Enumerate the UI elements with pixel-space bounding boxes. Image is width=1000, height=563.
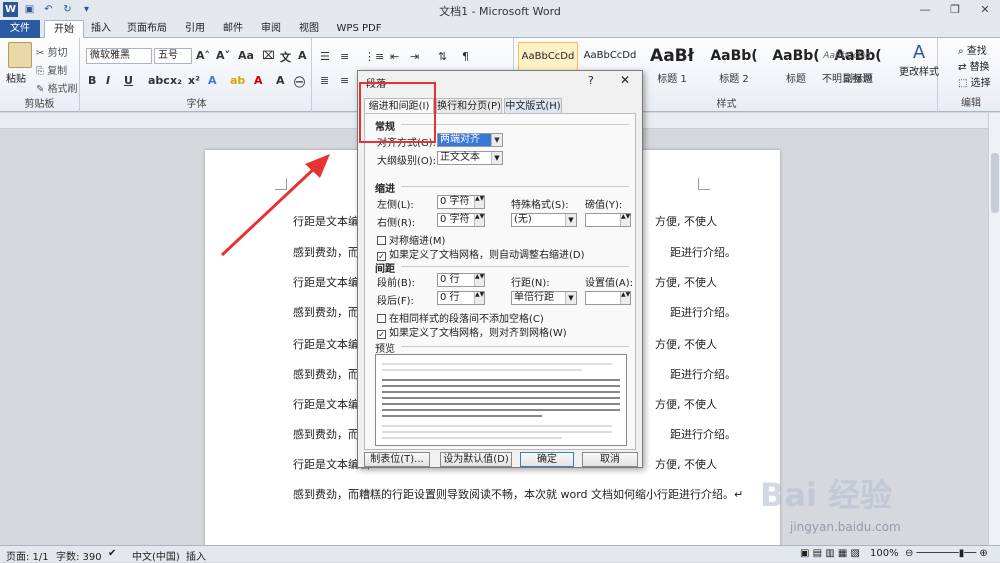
spinner-icon: ▲▼ (474, 274, 484, 286)
spinner-icon: ▲▼ (474, 214, 484, 226)
alignment-select[interactable]: 两端对齐 ▼ (437, 133, 503, 147)
right-indent-spinner[interactable]: 0 字符 ▲▼ (437, 213, 485, 227)
chevron-down-icon: ▼ (565, 214, 576, 226)
left-indent-label: 左侧(L): (377, 200, 414, 211)
right-indent-label: 右侧(R): (377, 218, 416, 229)
space-before-label: 段前(B): (377, 278, 416, 289)
tab-line-page-breaks[interactable]: 换行和分页(P) (436, 98, 502, 113)
spinner-icon: ▲▼ (474, 292, 484, 304)
checkbox-box (377, 314, 386, 323)
close-button[interactable]: ✕ (620, 73, 630, 87)
tabs-button[interactable]: 制表位(T)... (364, 452, 430, 467)
annotation-highlight-box (359, 82, 436, 143)
cancel-button[interactable]: 取消 (582, 452, 638, 467)
divider (401, 186, 629, 187)
outline-level-select[interactable]: 正文文本 ▼ (437, 151, 503, 165)
spacing-at-spinner[interactable]: ▲▼ (585, 291, 631, 305)
chevron-down-icon: ▼ (491, 134, 502, 146)
auto-right-indent-checkbox[interactable]: ✓ 如果定义了文档网格，则自动调整右缩进(D) (377, 246, 585, 261)
divider (401, 266, 629, 267)
tab-asian-typography[interactable]: 中文版式(H) (504, 98, 562, 113)
indent-by-spinner[interactable]: ▲▼ (585, 213, 631, 227)
help-button[interactable]: ? (588, 74, 594, 87)
mirror-indent-checkbox[interactable]: 对称缩进(M) (377, 232, 445, 247)
divider (401, 346, 629, 347)
chevron-down-icon: ▼ (565, 292, 576, 304)
indent-heading: 缩进 (375, 184, 395, 195)
snap-to-grid-checkbox[interactable]: ✓ 如果定义了文档网格，则对齐到网格(W) (377, 324, 567, 339)
space-before-spinner[interactable]: 0 行 ▲▼ (437, 273, 485, 287)
line-spacing-select[interactable]: 单倍行距 ▼ (511, 291, 577, 305)
set-default-button[interactable]: 设为默认值(D) (440, 452, 512, 467)
space-after-label: 段后(F): (377, 296, 414, 307)
indent-by-label: 磅值(Y): (585, 200, 623, 211)
preview-box (375, 354, 627, 446)
preview-heading: 预览 (375, 344, 395, 355)
spinner-icon: ▲▼ (474, 196, 484, 208)
dialog-body: 常规 对齐方式(G): 两端对齐 ▼ 大纲级别(O): 正文文本 ▼ 缩进 左侧(L… (364, 113, 636, 450)
special-indent-select[interactable]: (无) ▼ (511, 213, 577, 227)
ok-button[interactable]: 确定 (520, 452, 574, 467)
no-space-same-style-checkbox[interactable]: 在相同样式的段落间不添加空格(C) (377, 310, 544, 325)
space-after-spinner[interactable]: 0 行 ▲▼ (437, 291, 485, 305)
line-spacing-label: 行距(N): (511, 278, 550, 289)
chevron-down-icon: ▼ (491, 152, 502, 164)
outline-level-label: 大纲级别(O): (377, 156, 437, 167)
checkbox-box (377, 236, 386, 245)
special-indent-label: 特殊格式(S): (511, 200, 569, 211)
spinner-icon: ▲▼ (620, 292, 630, 304)
spacing-heading: 间距 (375, 264, 395, 275)
checkmark-icon: ✓ (377, 330, 386, 339)
spacing-at-label: 设置值(A): (585, 278, 634, 289)
left-indent-spinner[interactable]: 0 字符 ▲▼ (437, 195, 485, 209)
spinner-icon: ▲▼ (620, 214, 630, 226)
